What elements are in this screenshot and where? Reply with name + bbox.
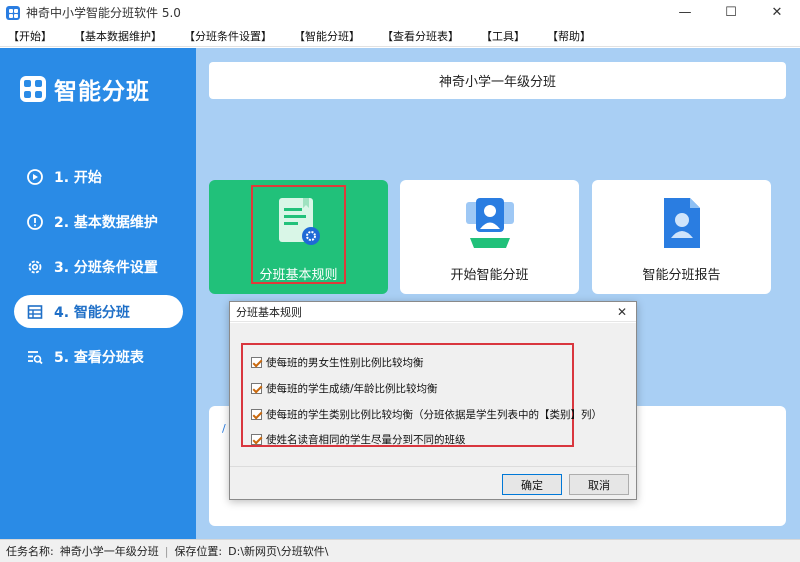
sidebar-item-basic-data[interactable]: 2. 基本数据维护 <box>14 205 183 238</box>
card-label: 分班基本规则 <box>259 268 338 283</box>
dialog-title: 分班基本规则 <box>236 305 302 319</box>
brand-title: 智能分班 <box>54 79 150 105</box>
sidebar-item-label: 1. 开始 <box>54 169 102 186</box>
students-icon <box>460 196 520 255</box>
sidebar-item-start[interactable]: 1. 开始 <box>14 160 183 193</box>
checkbox[interactable] <box>251 434 262 445</box>
menu-view-table[interactable]: 【查看分班表】 <box>382 28 459 44</box>
cancel-button[interactable]: 取消 <box>569 474 629 495</box>
rules-dialog: 分班基本规则 ✕ 使每班的男女生性别比例比较均衡 使每班的学生成绩/年龄比例比较… <box>229 301 637 500</box>
info-circle-icon <box>26 213 44 231</box>
sidebar-item-label: 5. 查看分班表 <box>54 349 144 366</box>
menu-smart-grouping[interactable]: 【智能分班】 <box>294 28 360 44</box>
rule-label: 使姓名读音相同的学生尽量分到不同的班级 <box>266 434 466 446</box>
rule-score-age-balance[interactable]: 使每班的学生成绩/年龄比例比较均衡 <box>251 381 438 396</box>
menu-help[interactable]: 【帮助】 <box>547 28 591 44</box>
brand: 智能分班 <box>20 72 150 106</box>
rules-card[interactable]: 分班基本规则 <box>209 180 388 294</box>
checkbox[interactable] <box>251 383 262 394</box>
sidebar: 智能分班 1. 开始 2. 基本数据维护 3. 分班条件设置 4. 智能分班 5… <box>0 48 196 539</box>
sidebar-item-view-table[interactable]: 5. 查看分班表 <box>14 340 183 373</box>
minimize-button[interactable]: — <box>662 0 708 25</box>
status-bar: 任务名称: 神奇小学一年级分班 | 保存位置: D:\新网页\分班软件\ <box>0 539 800 562</box>
dialog-close-button[interactable]: ✕ <box>608 302 636 322</box>
sidebar-item-label: 4. 智能分班 <box>54 304 130 321</box>
rule-label: 使每班的男女生性别比例比较均衡 <box>266 357 424 369</box>
card-label: 开始智能分班 <box>450 268 529 283</box>
rule-label: 使每班的学生类别比例比较均衡（分班依据是学生列表中的【类别】列） <box>266 409 602 421</box>
report-document-icon <box>656 196 708 255</box>
rules-highlight-box: 使每班的男女生性别比例比较均衡 使每班的学生成绩/年龄比例比较均衡 使每班的学生… <box>241 343 602 447</box>
lower-panel-glyph: / <box>222 422 226 435</box>
checkbox[interactable] <box>251 409 262 420</box>
rule-name-pronunciation[interactable]: 使姓名读音相同的学生尽量分到不同的班级 <box>251 432 466 447</box>
dialog-title-bar: 分班基本规则 ✕ <box>230 302 636 322</box>
checkbox[interactable] <box>251 357 262 368</box>
window-title: 神奇中小学智能分班软件 5.0 <box>26 6 181 20</box>
sidebar-item-label: 2. 基本数据维护 <box>54 214 158 231</box>
maximize-button[interactable]: ☐ <box>708 0 754 25</box>
page-title: 神奇小学一年级分班 <box>209 62 786 99</box>
list-search-icon <box>26 348 44 366</box>
save-location-value: D:\新网页\分班软件\ <box>228 545 329 558</box>
card-label: 智能分班报告 <box>642 268 721 283</box>
dialog-footer: 确定 取消 <box>230 466 636 499</box>
rule-label: 使每班的学生成绩/年龄比例比较均衡 <box>266 383 438 395</box>
rule-category-balance[interactable]: 使每班的学生类别比例比较均衡（分班依据是学生列表中的【类别】列） <box>251 407 602 422</box>
task-name-value: 神奇小学一年级分班 <box>59 545 159 558</box>
play-circle-icon <box>26 168 44 186</box>
rule-gender-balance[interactable]: 使每班的男女生性别比例比较均衡 <box>251 355 424 370</box>
app-icon <box>6 5 20 20</box>
gear-icon <box>26 258 44 276</box>
menu-basic-data[interactable]: 【基本数据维护】 <box>74 28 162 44</box>
sidebar-item-smart-grouping[interactable]: 4. 智能分班 <box>14 295 183 328</box>
menu-start[interactable]: 【开始】 <box>8 28 52 44</box>
sidebar-item-conditions[interactable]: 3. 分班条件设置 <box>14 250 183 283</box>
status-separator: | <box>164 544 169 558</box>
table-icon <box>26 303 44 321</box>
menu-tools[interactable]: 【工具】 <box>481 28 525 44</box>
start-grouping-card[interactable]: 开始智能分班 <box>400 180 579 294</box>
report-card[interactable]: 智能分班报告 <box>592 180 771 294</box>
menu-bar: 【开始】 【基本数据维护】 【分班条件设置】 【智能分班】 【查看分班表】 【工… <box>0 25 800 47</box>
ok-button[interactable]: 确定 <box>502 474 562 495</box>
menu-conditions[interactable]: 【分班条件设置】 <box>184 28 272 44</box>
sidebar-item-label: 3. 分班条件设置 <box>54 259 158 276</box>
brand-logo-icon <box>20 76 46 102</box>
window-controls: — ☐ ✕ <box>662 0 800 25</box>
dialog-body: 使每班的男女生性别比例比较均衡 使每班的学生成绩/年龄比例比较均衡 使每班的学生… <box>230 323 636 466</box>
title-bar: 神奇中小学智能分班软件 5.0 — ☐ ✕ <box>0 0 800 25</box>
task-name-label: 任务名称: <box>6 545 54 558</box>
close-button[interactable]: ✕ <box>754 0 800 25</box>
save-location-label: 保存位置: <box>174 545 223 558</box>
